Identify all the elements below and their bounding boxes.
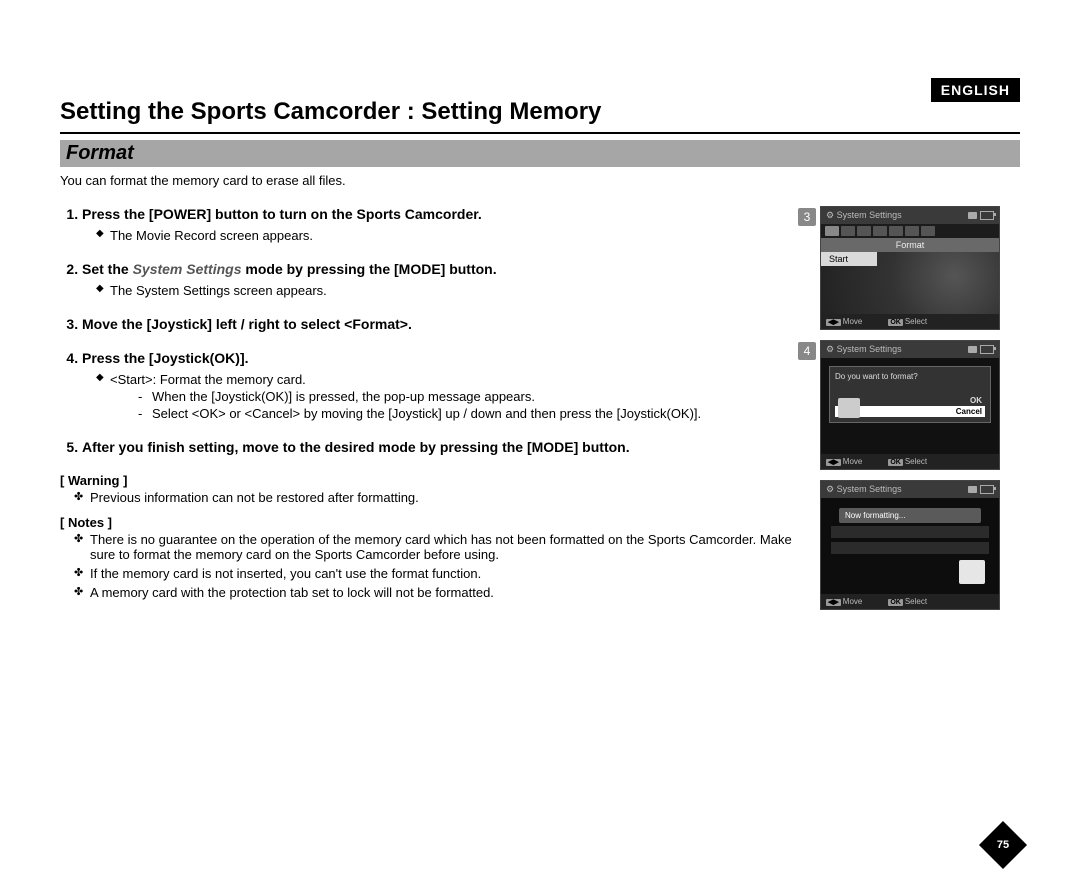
language-badge: ENGLISH: [931, 78, 1020, 102]
step-text: After you finish setting, move to the de…: [82, 439, 630, 455]
card-icon: [968, 212, 977, 219]
screen-title-text: System Settings: [837, 210, 902, 220]
step-4: Press the [Joystick(OK)]. <Start>: Forma…: [82, 350, 800, 421]
battery-icon: [980, 345, 994, 354]
instructions-column: Press the [POWER] button to turn on the …: [60, 206, 800, 604]
screenshot-5: ⚙ System Settings Now formatting... ◀▶Mo…: [820, 480, 1020, 610]
gear-icon: ⚙: [826, 210, 834, 220]
gear-icon: ⚙: [826, 484, 834, 494]
status-icons: [968, 345, 994, 354]
screenshot-4: 4 ⚙ System Settings Do you want to forma…: [820, 340, 1020, 470]
note-item: If the memory card is not inserted, you …: [74, 566, 800, 581]
intro-text: You can format the memory card to erase …: [60, 173, 1020, 188]
notes-label: [ Notes ]: [60, 515, 800, 530]
hint-move: ◀▶Move: [826, 597, 862, 606]
confirm-popup: Do you want to format? OK Cancel: [829, 366, 991, 423]
step-sub: The Movie Record screen appears.: [96, 228, 800, 243]
status-icons: [968, 211, 994, 220]
card-icon: [968, 486, 977, 493]
manual-page: ENGLISH Setting the Sports Camcorder : S…: [0, 0, 1080, 888]
step-sub: <Start>: Format the memory card. When th…: [96, 372, 800, 421]
popup-prompt: Do you want to format?: [835, 372, 985, 381]
menu-item-format: Format: [821, 238, 999, 252]
warning-list: Previous information can not be restored…: [60, 490, 800, 505]
screenshot-column: 3 ⚙ System Settings Format Start ◀▶Move …: [820, 206, 1020, 620]
step-dash: Select <OK> or <Cancel> by moving the [J…: [138, 406, 800, 421]
step-emph: System Settings: [133, 261, 242, 277]
step-list: Press the [POWER] button to turn on the …: [60, 206, 800, 455]
screen-title-text: System Settings: [837, 484, 902, 494]
screen-title: ⚙ System Settings: [826, 210, 902, 221]
step-text: Set the: [82, 261, 133, 277]
section-header: Format: [60, 140, 1020, 167]
screen-title: ⚙ System Settings: [826, 344, 902, 355]
battery-icon: [980, 211, 994, 220]
gear-icon: ⚙: [826, 344, 834, 354]
hint-select: OKSelect: [888, 597, 927, 606]
hint-move: ◀▶Move: [826, 317, 862, 326]
section-title: Format: [66, 142, 134, 164]
screen-title-text: System Settings: [837, 344, 902, 354]
note-item: A memory card with the protection tab se…: [74, 585, 800, 600]
page-number: 75: [986, 828, 1020, 862]
status-icons: [968, 485, 994, 494]
warning-label: [ Warning ]: [60, 473, 800, 488]
step-3: Move the [Joystick] left / right to sele…: [82, 316, 800, 332]
warning-item: Previous information can not be restored…: [74, 490, 800, 505]
page-title: Setting the Sports Camcorder : Setting M…: [60, 98, 1020, 134]
step-text: Press the [Joystick(OK)].: [82, 350, 249, 366]
battery-icon: [980, 485, 994, 494]
screenshot-number: 4: [798, 342, 816, 360]
step-dash: When the [Joystick(OK)] is pressed, the …: [138, 389, 800, 404]
screenshot-3: 3 ⚙ System Settings Format Start ◀▶Move …: [820, 206, 1020, 330]
step-2: Set the System Settings mode by pressing…: [82, 261, 800, 298]
hint-move: ◀▶Move: [826, 457, 862, 466]
step-1: Press the [POWER] button to turn on the …: [82, 206, 800, 243]
note-item: There is no guarantee on the operation o…: [74, 532, 800, 562]
option-start: Start: [821, 252, 877, 266]
step-text: Press the [POWER] button to turn on the …: [82, 206, 482, 222]
step-text: mode by pressing the [MODE] button.: [242, 261, 497, 277]
notes-list: There is no guarantee on the operation o…: [60, 532, 800, 600]
tab-strip: [821, 224, 999, 238]
step-text: Move the [Joystick] left / right to sele…: [82, 316, 412, 332]
screenshot-number: 3: [798, 208, 816, 226]
hint-select: OKSelect: [888, 457, 927, 466]
step-sub: The System Settings screen appears.: [96, 283, 800, 298]
formatting-status: Now formatting...: [839, 508, 981, 523]
sd-card-icon: [838, 398, 860, 418]
page-number-text: 75: [997, 839, 1009, 851]
step-5: After you finish setting, move to the de…: [82, 439, 800, 455]
step-sub-text: <Start>: Format the memory card.: [110, 372, 306, 387]
hint-select: OKSelect: [888, 317, 927, 326]
sd-card-icon: [959, 560, 985, 584]
screen-title: ⚙ System Settings: [826, 484, 902, 495]
card-icon: [968, 346, 977, 353]
